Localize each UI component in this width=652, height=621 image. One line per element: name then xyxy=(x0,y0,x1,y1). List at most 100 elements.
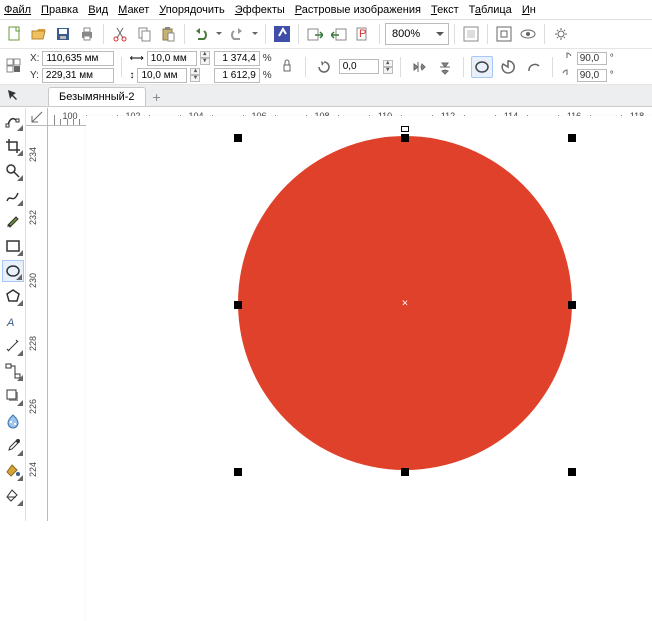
copy-icon[interactable] xyxy=(133,23,155,45)
selection-handle-w[interactable] xyxy=(234,301,242,309)
shape-tool-icon[interactable] xyxy=(2,110,24,132)
standard-toolbar: P 800% xyxy=(0,20,652,49)
redo-dropdown-icon[interactable] xyxy=(250,23,260,45)
export-icon[interactable] xyxy=(328,23,350,45)
rectangle-tool-icon[interactable] xyxy=(2,235,24,257)
start-angle-input[interactable]: 90,0 xyxy=(577,52,607,65)
y-input[interactable]: 229,31 мм xyxy=(42,68,114,83)
publish-icon[interactable]: P xyxy=(352,23,374,45)
center-marker[interactable]: × xyxy=(401,299,410,308)
height-spinner[interactable]: ▴▾ xyxy=(190,68,200,82)
eyedropper-tool-icon[interactable] xyxy=(2,435,24,457)
smart-fill-tool-icon[interactable] xyxy=(2,485,24,507)
ruler-origin[interactable] xyxy=(26,108,48,126)
save-icon[interactable] xyxy=(52,23,74,45)
open-icon[interactable] xyxy=(28,23,50,45)
selection-handle-ne[interactable] xyxy=(568,134,576,142)
text-tool-icon[interactable]: A xyxy=(2,310,24,332)
svg-text:A: A xyxy=(6,317,14,329)
pick-tool-shortcut-icon[interactable] xyxy=(2,84,22,106)
scale-x-input[interactable]: 1 374,4 xyxy=(214,51,260,66)
new-tab-button[interactable]: + xyxy=(148,88,166,106)
selection-handle-n[interactable] xyxy=(401,134,409,142)
menu-truncated[interactable]: Ин xyxy=(522,4,536,16)
fullscreen-preview-icon[interactable] xyxy=(460,23,482,45)
angle-input[interactable]: 0,0 xyxy=(339,59,379,74)
angle-spinner[interactable]: ▴▾ xyxy=(383,60,393,74)
width-icon: ⟷ xyxy=(129,53,143,64)
freehand-tool-icon[interactable] xyxy=(2,185,24,207)
interactive-fill-tool-icon[interactable] xyxy=(2,460,24,482)
cut-icon[interactable] xyxy=(109,23,131,45)
zoom-tool-icon[interactable] xyxy=(2,160,24,182)
separator xyxy=(103,24,104,44)
redo-icon[interactable] xyxy=(226,23,248,45)
undo-icon[interactable] xyxy=(190,23,212,45)
separator xyxy=(121,57,122,77)
arc-angle-fields: 90,0° 90,0° xyxy=(560,50,614,83)
menu-view[interactable]: Вид xyxy=(88,4,108,16)
menu-file[interactable]: Файл xyxy=(4,4,31,16)
paste-icon[interactable] xyxy=(157,23,179,45)
selection-handle-se[interactable] xyxy=(568,468,576,476)
zoom-dropdown[interactable]: 800% xyxy=(385,23,449,45)
size-fields: ⟷10,0 мм▴▾ ↕10,0 мм▴▾ xyxy=(129,50,209,83)
tab-document-1[interactable]: Безымянный-2 xyxy=(48,87,146,106)
artistic-media-tool-icon[interactable] xyxy=(2,210,24,232)
drop-shadow-tool-icon[interactable] xyxy=(2,385,24,407)
ellipse-icon[interactable] xyxy=(471,56,493,78)
mirror-vertical-icon[interactable] xyxy=(434,56,456,78)
svg-text:P: P xyxy=(359,28,366,40)
pie-icon[interactable] xyxy=(497,56,519,78)
separator xyxy=(552,57,553,77)
separator xyxy=(487,24,488,44)
connector-tool-icon[interactable] xyxy=(2,360,24,382)
selection-handle-nw[interactable] xyxy=(234,134,242,142)
menu-layout[interactable]: Макет xyxy=(118,4,149,16)
search-icon[interactable] xyxy=(271,23,293,45)
crop-tool-icon[interactable] xyxy=(2,135,24,157)
lock-ratio-icon[interactable] xyxy=(276,56,298,78)
ellipse-tool-icon[interactable] xyxy=(2,260,24,282)
menu-table[interactable]: Таблица xyxy=(469,4,512,16)
selection-handle-s[interactable] xyxy=(401,468,409,476)
y-label: Y: xyxy=(30,70,39,81)
menu-arrange[interactable]: Упорядочить xyxy=(159,4,224,16)
zoom-value: 800% xyxy=(392,28,420,40)
menu-bitmaps[interactable]: Растровые изображения xyxy=(295,4,421,16)
menu-text[interactable]: Текст xyxy=(431,4,459,16)
scale-y-input[interactable]: 1 612,9 xyxy=(214,68,260,83)
menu-edit[interactable]: Правка xyxy=(41,4,78,16)
arc-icon[interactable] xyxy=(523,56,545,78)
separator xyxy=(544,24,545,44)
show-hide-icon[interactable] xyxy=(517,23,539,45)
options-icon[interactable] xyxy=(550,23,572,45)
print-icon[interactable] xyxy=(76,23,98,45)
mirror-horizontal-icon[interactable] xyxy=(408,56,430,78)
separator xyxy=(379,24,380,44)
undo-dropdown-icon[interactable] xyxy=(214,23,224,45)
canvas[interactable]: × xyxy=(48,126,652,521)
new-icon[interactable] xyxy=(4,23,26,45)
height-input[interactable]: 10,0 мм xyxy=(137,68,187,83)
polygon-tool-icon[interactable] xyxy=(2,285,24,307)
toolbox: A xyxy=(0,108,26,521)
import-icon[interactable] xyxy=(304,23,326,45)
property-bar: X:110,635 мм Y:229,31 мм ⟷10,0 мм▴▾ ↕10,… xyxy=(0,49,652,85)
width-spinner[interactable]: ▴▾ xyxy=(200,51,210,65)
snap-options-icon[interactable] xyxy=(493,23,515,45)
selected-ellipse-object[interactable]: × xyxy=(238,136,572,470)
selection-handle-e[interactable] xyxy=(568,301,576,309)
vertical-ruler[interactable]: 234 232 230 228 226 224 xyxy=(26,126,48,521)
selection-handle-sw[interactable] xyxy=(234,468,242,476)
tab-label: Безымянный-2 xyxy=(59,91,135,103)
menu-effects[interactable]: Эффекты xyxy=(235,4,285,16)
x-input[interactable]: 110,635 мм xyxy=(42,51,114,66)
end-angle-input[interactable]: 90,0 xyxy=(577,69,607,82)
separator xyxy=(454,24,455,44)
ellipse-node-handle[interactable] xyxy=(401,126,409,132)
transparency-tool-icon[interactable] xyxy=(2,410,24,432)
workspace: A 100 102 104 106 108 110 112 114 116 11… xyxy=(0,108,652,521)
width-input[interactable]: 10,0 мм xyxy=(147,51,197,66)
parallel-dimension-tool-icon[interactable] xyxy=(2,335,24,357)
